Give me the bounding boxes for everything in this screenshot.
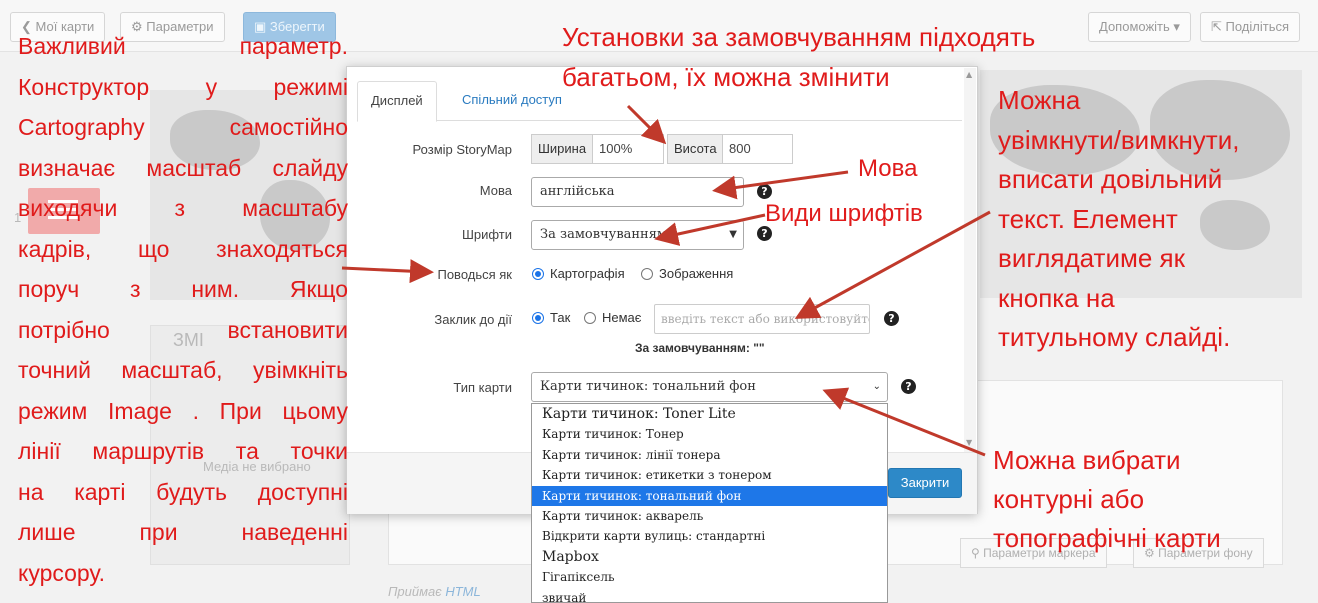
radio-dot bbox=[532, 312, 544, 324]
help-icon[interactable]: ? bbox=[757, 226, 772, 241]
fonts-label: Шрифти bbox=[461, 227, 512, 242]
help-icon[interactable]: ? bbox=[884, 311, 899, 326]
chevron-down-icon: ⌄ bbox=[872, 381, 881, 392]
radio-dot bbox=[532, 268, 544, 280]
scroll-down-icon: ▼ bbox=[966, 438, 973, 447]
annotation-language: Мова bbox=[858, 155, 918, 182]
annotation-defaults-line1: Установки за замовчуванням підходять bbox=[562, 22, 1036, 52]
height-addon: Висота bbox=[667, 134, 724, 164]
annotation-fonts: Види шрифтів bbox=[765, 200, 923, 227]
option-watercolor[interactable]: Карти тичинок: акварель bbox=[532, 506, 887, 526]
behaves-label: Поводься як bbox=[437, 267, 512, 282]
radio-image[interactable]: Зображення bbox=[641, 266, 733, 281]
width-input[interactable]: 100% bbox=[592, 134, 664, 164]
cta-label: Заклик до дії bbox=[434, 312, 512, 327]
tab-display[interactable]: Дисплей bbox=[357, 81, 437, 122]
modal-scrollbar[interactable]: ▲ ▼ bbox=[964, 68, 976, 452]
map-marker-icon: ⚲ bbox=[971, 546, 984, 560]
scroll-up-icon: ▲ bbox=[966, 70, 973, 79]
map-type-dropdown[interactable]: Карти тичинок: Toner Lite Карти тичинок:… bbox=[531, 403, 888, 603]
option-toner-background[interactable]: Карти тичинок: тональний фон bbox=[532, 485, 887, 506]
option-toner-lite[interactable]: Карти тичинок: Toner Lite bbox=[532, 404, 887, 424]
language-select[interactable]: англійська ▼ bbox=[531, 177, 744, 207]
radio-dot bbox=[641, 268, 653, 280]
width-addon: Ширина bbox=[531, 134, 594, 164]
radio-cta-yes[interactable]: Так bbox=[532, 310, 570, 325]
annotation-cta: Можна увімкнути/вимкнути, вписати довіль… bbox=[998, 85, 1240, 352]
chevron-down-icon: ▼ bbox=[729, 229, 737, 240]
share-icon: ⇱ bbox=[1211, 19, 1226, 34]
help-icon[interactable]: ? bbox=[901, 379, 916, 394]
tab-sharing[interactable]: Спільний доступ bbox=[449, 81, 575, 122]
map-type-select[interactable]: Карти тичинок: тональний фон ⌄ bbox=[531, 372, 888, 402]
cta-text-input[interactable]: введіть текст або використовуйте bbox=[654, 304, 870, 334]
map-type-label: Тип карти bbox=[453, 380, 512, 395]
option-custom[interactable]: звичай bbox=[532, 588, 887, 602]
accepts-html: Приймає HTML bbox=[388, 584, 481, 599]
cta-default-note: За замовчуванням: "" bbox=[635, 341, 765, 355]
language-label: Мова bbox=[479, 183, 512, 198]
height-input[interactable]: 800 bbox=[722, 134, 793, 164]
size-label: Розмір StoryMap bbox=[412, 142, 512, 157]
option-toner[interactable]: Карти тичинок: Тонер bbox=[532, 424, 887, 444]
radio-cta-no[interactable]: Немає bbox=[584, 310, 641, 325]
help-button[interactable]: Допоможіть ▾ bbox=[1088, 12, 1191, 42]
close-button[interactable]: Закрити bbox=[888, 468, 962, 498]
annotation-defaults-line2: багатьом, їх можна змінити bbox=[562, 62, 890, 92]
radio-cartography[interactable]: Картографія bbox=[532, 266, 625, 281]
option-gigapixel[interactable]: Гігапіксель bbox=[532, 567, 887, 587]
option-toner-labels[interactable]: Карти тичинок: етикетки з тонером bbox=[532, 465, 887, 485]
share-button[interactable]: ⇱ Поділіться bbox=[1200, 12, 1301, 42]
help-icon[interactable]: ? bbox=[757, 184, 772, 199]
fonts-select[interactable]: За замовчуванням ▼ bbox=[531, 220, 744, 250]
chevron-down-icon: ▼ bbox=[729, 186, 737, 197]
option-mapbox[interactable]: Mapbox bbox=[532, 547, 887, 567]
option-osm-standard[interactable]: Відкрити карти вулиць: стандартні bbox=[532, 526, 887, 546]
radio-dot bbox=[584, 312, 596, 324]
annotation-behaves-explanation: Важливий параметр. Конструктор у режимі … bbox=[18, 33, 348, 586]
annotation-map-type: Можна вибрати контурні або топографічні … bbox=[993, 445, 1221, 553]
caret-down-icon: ▾ bbox=[1169, 19, 1180, 34]
option-toner-lines[interactable]: Карти тичинок: лінії тонера bbox=[532, 445, 887, 465]
